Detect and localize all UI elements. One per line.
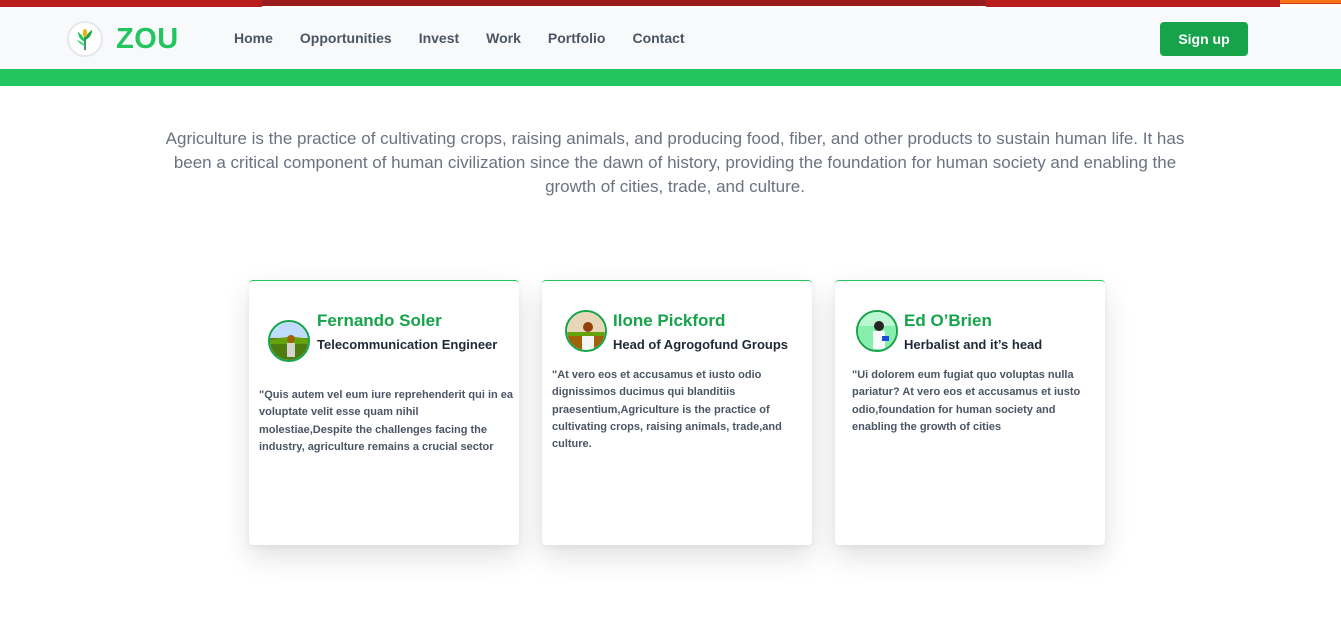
testimonial-quote: "Quis autem vel eum iure reprehenderit q…	[259, 389, 514, 453]
intro-paragraph: Agriculture is the practice of cultivati…	[165, 129, 1185, 196]
accent-bar	[0, 69, 1341, 86]
nav-portfolio[interactable]: Portfolio	[548, 30, 606, 46]
brand-name: ZOU	[116, 22, 179, 55]
avatar	[565, 310, 607, 352]
testimonial-name: Fernando Soler	[317, 311, 442, 330]
maize-plant-icon	[67, 21, 103, 57]
nav-invest[interactable]: Invest	[419, 30, 459, 46]
nav-opportunities[interactable]: Opportunities	[300, 30, 392, 46]
nav-work[interactable]: Work	[486, 30, 521, 46]
top-accent-strip	[0, 0, 1341, 8]
avatar	[268, 320, 310, 362]
brand-logo[interactable]: ZOU	[67, 21, 179, 57]
testimonial-name: Ilone Pickford	[613, 311, 726, 330]
nav-contact[interactable]: Contact	[632, 30, 684, 46]
navbar: ZOU Home Opportunities Invest Work Portf…	[0, 8, 1341, 69]
testimonial-card: Fernando Soler Telecommunication Enginee…	[249, 280, 519, 545]
testimonial-role: Telecommunication Engineer	[317, 337, 498, 352]
testimonial-card: Ilone Pickford Head of Agrogofund Groups…	[542, 280, 812, 545]
signup-button[interactable]: Sign up	[1160, 22, 1248, 56]
testimonial-role: Head of Agrogofund Groups	[613, 337, 788, 352]
nav-home[interactable]: Home	[234, 30, 273, 46]
testimonial-quote: "At vero eos et accusamus et iusto odio …	[552, 369, 782, 451]
testimonial-name: Ed O’Brien	[904, 311, 992, 330]
testimonial-quote: "Ui dolorem eum fugiat quo voluptas null…	[852, 369, 1081, 433]
testimonial-role: Herbalist and it’s head	[904, 337, 1043, 352]
testimonial-card: Ed O’Brien Herbalist and it’s head "Ui d…	[835, 280, 1105, 545]
main-nav: Home Opportunities Invest Work Portfolio…	[234, 30, 712, 46]
avatar	[856, 310, 898, 352]
